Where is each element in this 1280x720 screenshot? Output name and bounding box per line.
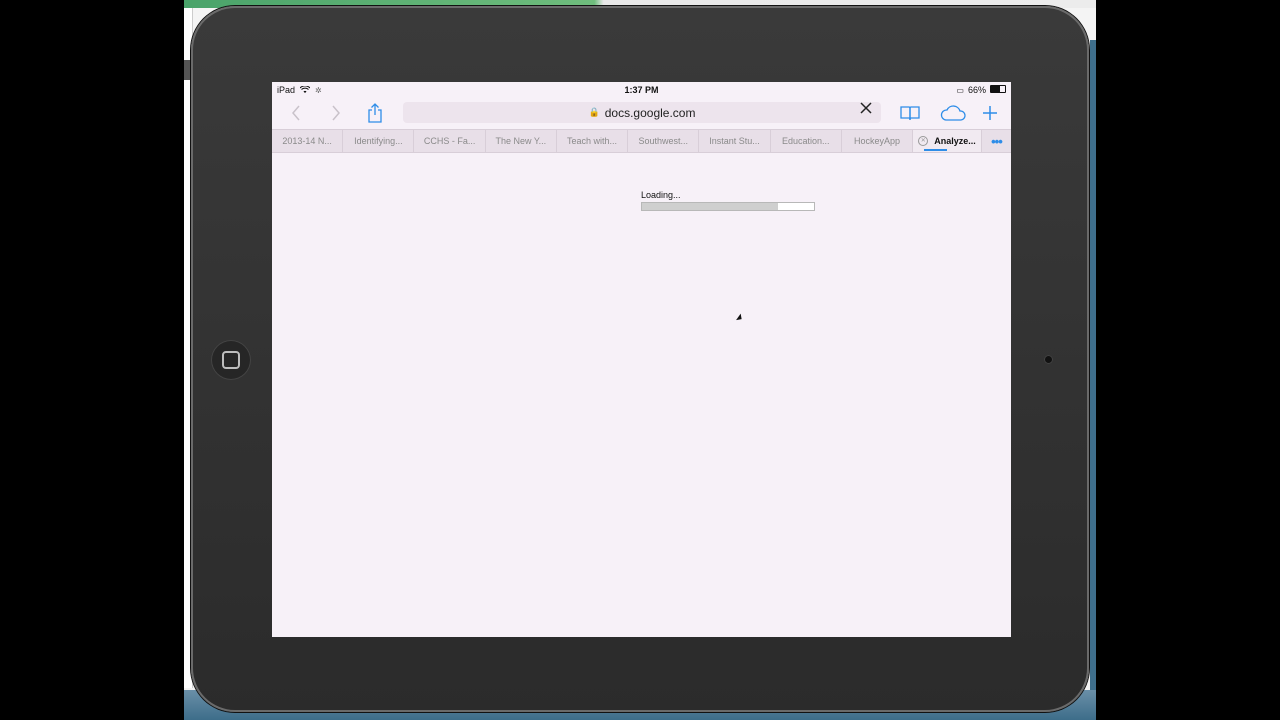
url-text: docs.google.com bbox=[604, 105, 696, 120]
forward-button[interactable] bbox=[324, 103, 348, 123]
battery-fill bbox=[991, 86, 1001, 92]
clear-url-button[interactable] bbox=[860, 101, 872, 118]
share-button[interactable] bbox=[363, 103, 387, 123]
status-time: 1:37 PM bbox=[624, 85, 659, 95]
tab-bar: 2013-14 N... Identifying... CCHS - Fa...… bbox=[272, 129, 1011, 153]
battery-percent: 66% bbox=[967, 85, 986, 95]
home-button[interactable] bbox=[211, 340, 251, 380]
tab-loading-indicator bbox=[924, 149, 947, 151]
home-square-icon bbox=[222, 351, 240, 369]
battery-icon bbox=[990, 85, 1006, 93]
cloud-icon bbox=[940, 105, 966, 121]
close-icon bbox=[860, 102, 872, 114]
chevron-left-icon bbox=[292, 105, 300, 121]
loading-progress-bar bbox=[641, 202, 815, 211]
share-icon bbox=[368, 103, 382, 123]
tab-active-label: Analyze... bbox=[934, 136, 976, 146]
tab[interactable]: HockeyApp bbox=[842, 130, 914, 152]
desktop-right-strip bbox=[1090, 40, 1096, 690]
chevron-right-icon bbox=[332, 105, 340, 121]
camera-icon bbox=[1044, 355, 1053, 364]
address-field[interactable]: 🔒 docs.google.com bbox=[403, 102, 881, 123]
tab[interactable]: Education... bbox=[771, 130, 842, 152]
tab-close-icon[interactable]: ✕ bbox=[918, 136, 929, 146]
loading-progress-fill bbox=[642, 203, 778, 210]
status-bar: iPad ✲ 1:37 PM ▭ 66% bbox=[272, 82, 1011, 98]
tab-overflow-button[interactable]: ••• bbox=[982, 130, 1011, 152]
ipad-screen: iPad ✲ 1:37 PM ▭ 66% 🔒 docs.google.com 2… bbox=[272, 82, 1011, 637]
status-right: ▭ 66% bbox=[956, 85, 1006, 95]
plus-icon bbox=[983, 106, 997, 120]
loading-label: Loading... bbox=[641, 190, 681, 200]
icloud-tabs-button[interactable] bbox=[938, 103, 968, 123]
bookmarks-button[interactable] bbox=[898, 103, 922, 123]
back-button[interactable] bbox=[284, 103, 308, 123]
new-tab-button[interactable] bbox=[978, 103, 1002, 123]
tab[interactable]: Southwest... bbox=[628, 130, 700, 152]
airplay-icon: ▭ bbox=[956, 85, 964, 95]
book-icon bbox=[900, 106, 920, 121]
tab[interactable]: CCHS - Fa... bbox=[414, 130, 486, 152]
tab[interactable]: The New Y... bbox=[486, 130, 557, 152]
tab[interactable]: Instant Stu... bbox=[699, 130, 771, 152]
tab[interactable]: Teach with... bbox=[557, 130, 629, 152]
tab[interactable]: Identifying... bbox=[343, 130, 415, 152]
url-bar: 🔒 docs.google.com bbox=[272, 98, 1011, 128]
tab[interactable]: 2013-14 N... bbox=[272, 130, 344, 152]
lock-icon: 🔒 bbox=[588, 107, 600, 117]
